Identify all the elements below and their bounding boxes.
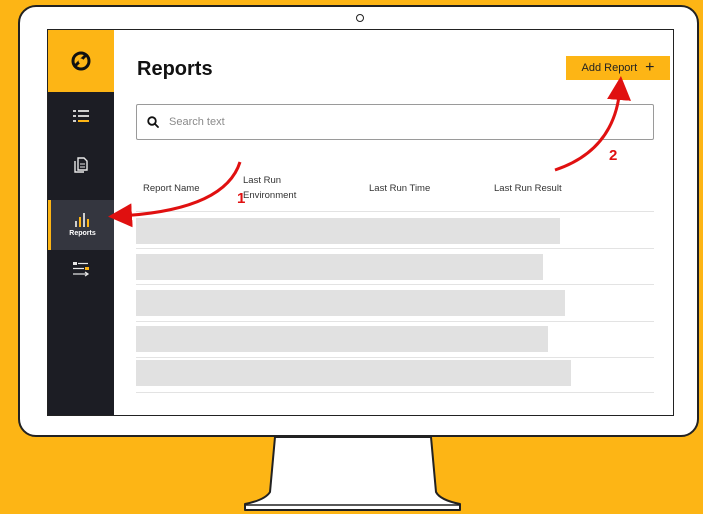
annotation-overlay bbox=[108, 76, 631, 228]
annotation-arrow-1 bbox=[108, 161, 242, 228]
annotation-label-1: 1 bbox=[237, 190, 246, 207]
annotation-label-2: 2 bbox=[609, 147, 618, 164]
